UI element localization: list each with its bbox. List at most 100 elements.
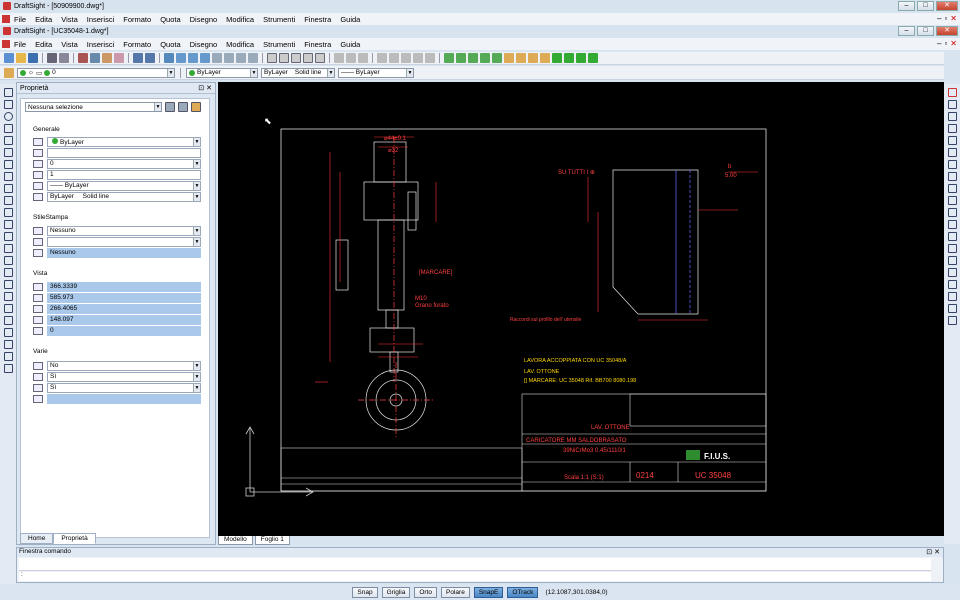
lineweight-dropdown[interactable]: —— ByLayer ▼: [338, 67, 414, 78]
line-icon[interactable]: [3, 88, 13, 97]
arc-tool-icon[interactable]: [377, 53, 387, 63]
baseline-dimension-icon[interactable]: [947, 160, 957, 169]
close-button[interactable]: ✕: [936, 1, 958, 11]
layer-state-icon[interactable]: [456, 53, 466, 63]
minimize-button[interactable]: –: [898, 1, 915, 11]
menu-formato[interactable]: Formato: [123, 40, 151, 49]
view-icon[interactable]: [224, 53, 234, 63]
tab-home[interactable]: Home: [20, 533, 54, 544]
menu-guida[interactable]: Guida: [340, 15, 360, 24]
redo-icon[interactable]: [145, 53, 155, 63]
chevron-down-icon[interactable]: ▼: [250, 68, 257, 77]
prop-ucs-origin[interactable]: Sì ▼: [33, 372, 201, 382]
prop-print-style[interactable]: Nessuno ▼: [33, 226, 201, 236]
chevron-down-icon[interactable]: ▼: [167, 68, 174, 77]
zoom-window-icon[interactable]: [188, 53, 198, 63]
menu-modifica[interactable]: Modifica: [226, 15, 254, 24]
erase-icon[interactable]: [947, 88, 957, 97]
menu-file[interactable]: File: [14, 15, 26, 24]
infinite-line-icon[interactable]: [3, 100, 13, 109]
prop-linetype-scale[interactable]: 1: [33, 170, 201, 180]
cut-icon[interactable]: [78, 53, 88, 63]
section-varie[interactable]: Varie: [33, 348, 48, 355]
close-icon[interactable]: ✕: [206, 85, 212, 92]
polar-toggle[interactable]: Polare: [441, 587, 470, 598]
pin-icon[interactable]: ⊡: [926, 549, 932, 556]
explode-icon[interactable]: [425, 53, 435, 63]
chevron-down-icon[interactable]: ▼: [193, 227, 200, 235]
menu-disegno[interactable]: Disegno: [190, 40, 218, 49]
chevron-down-icon[interactable]: ▼: [193, 373, 200, 381]
drawing-canvas[interactable]: ⌀44±0.1 ⌀32 [MARCARE] M10 Grano forato S…: [218, 82, 944, 536]
quick-select-icon[interactable]: [178, 102, 188, 112]
menu-guida[interactable]: Guida: [340, 40, 360, 49]
mdi-restore-button[interactable]: ▫: [944, 39, 947, 48]
tolerance-icon[interactable]: [947, 196, 957, 205]
rotate-icon[interactable]: [3, 232, 13, 241]
scale-icon[interactable]: [3, 244, 13, 253]
line-tool-icon[interactable]: [334, 53, 344, 63]
chevron-down-icon[interactable]: ▼: [193, 193, 200, 201]
prop-lineweight[interactable]: ByLayer Solid line ▼: [33, 192, 201, 202]
prop-linetype[interactable]: —— ByLayer ▼: [33, 181, 201, 191]
paste-icon[interactable]: [102, 53, 112, 63]
angular-dimension-icon[interactable]: [947, 124, 957, 133]
maximize-button[interactable]: □: [917, 1, 934, 11]
linetype-dropdown[interactable]: ByLayer Solid line ▼: [261, 67, 335, 78]
layer-dropdown[interactable]: ☼ ▭ 0 ▼: [17, 67, 175, 78]
block-icon[interactable]: [248, 53, 258, 63]
snap-center-icon[interactable]: [279, 53, 289, 63]
prop-ucs-icon-on[interactable]: No ▼: [33, 361, 201, 371]
zoom-previous-icon[interactable]: [200, 53, 210, 63]
layer-manager-icon[interactable]: [444, 53, 454, 63]
text-icon[interactable]: [3, 304, 13, 313]
block-editor-icon[interactable]: [540, 53, 550, 63]
selection-dropdown[interactable]: Nessuna selezione ▼: [25, 102, 162, 112]
chevron-down-icon[interactable]: ▼: [327, 68, 334, 77]
tab-modello[interactable]: Modello: [218, 536, 253, 545]
app-titlebar-1[interactable]: DraftSight - [50909900.dwg*] – □ ✕: [0, 0, 960, 12]
menu-quota[interactable]: Quota: [160, 15, 180, 24]
chamfer-icon[interactable]: [3, 292, 13, 301]
fillet-icon[interactable]: [3, 280, 13, 289]
zoom-extents-icon[interactable]: [212, 53, 222, 63]
rectangle-icon[interactable]: [3, 124, 13, 133]
reject-icon[interactable]: [576, 53, 586, 63]
circle-icon[interactable]: [3, 112, 13, 121]
app-titlebar-2[interactable]: DraftSight - [UC35048-1.dwg*] – □ ✕: [0, 25, 960, 37]
field-icon[interactable]: [947, 292, 957, 301]
snap-tangent-icon[interactable]: [291, 53, 301, 63]
maximize-button[interactable]: □: [917, 26, 934, 36]
spline-tool-icon[interactable]: [358, 53, 368, 63]
mdi-minimize-button[interactable]: –: [937, 14, 941, 23]
esnap-toggle[interactable]: SnapE: [473, 587, 504, 598]
chevron-down-icon[interactable]: ▼: [193, 182, 200, 190]
radius-dimension-icon[interactable]: [947, 136, 957, 145]
close-icon[interactable]: ✕: [934, 549, 940, 556]
check-icon[interactable]: [552, 53, 562, 63]
diameter-dimension-icon[interactable]: [947, 148, 957, 157]
menu-quota[interactable]: Quota: [160, 40, 180, 49]
layout-icon[interactable]: [236, 53, 246, 63]
linear-dimension-icon[interactable]: [947, 100, 957, 109]
move-icon[interactable]: [3, 208, 13, 217]
menu-modifica[interactable]: Modifica: [226, 40, 254, 49]
table-icon[interactable]: [3, 316, 13, 325]
properties-icon[interactable]: [504, 53, 514, 63]
menu-finestra[interactable]: Finestra: [304, 40, 331, 49]
layer-manager-icon[interactable]: [4, 67, 14, 78]
layer-freeze-icon[interactable]: [492, 53, 502, 63]
insert-block-icon[interactable]: [3, 352, 13, 361]
snap-toggle[interactable]: Snap: [352, 587, 378, 598]
ortho-toggle[interactable]: Orto: [414, 587, 438, 598]
arc-length-icon[interactable]: [947, 244, 957, 253]
prop-hyperlink[interactable]: [33, 148, 201, 158]
menu-file[interactable]: File: [14, 40, 26, 49]
chevron-down-icon[interactable]: ▼: [193, 362, 200, 370]
menu-vista[interactable]: Vista: [61, 15, 78, 24]
color-dropdown[interactable]: ByLayer ▼: [186, 67, 258, 78]
mdi-restore-button[interactable]: ▫: [944, 14, 947, 23]
menu-strumenti[interactable]: Strumenti: [263, 15, 295, 24]
menu-edita[interactable]: Edita: [35, 15, 52, 24]
undo-icon[interactable]: [133, 53, 143, 63]
